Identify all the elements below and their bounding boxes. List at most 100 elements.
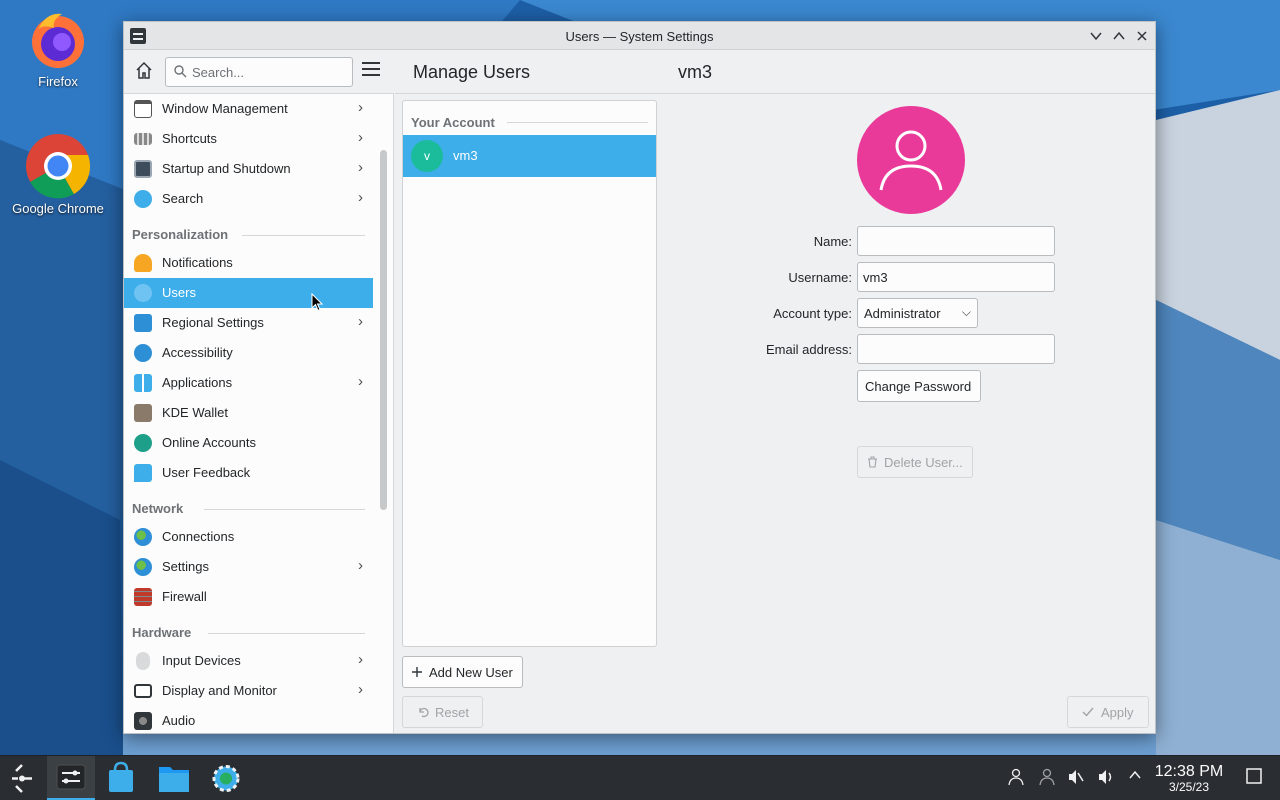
hamburger-menu-button[interactable] xyxy=(362,62,382,82)
close-button[interactable] xyxy=(1133,27,1151,45)
sidebar-item-label: Search xyxy=(162,191,204,206)
sidebar-item-kde-wallet[interactable]: KDE Wallet xyxy=(124,398,373,428)
change-password-button[interactable]: Change Password xyxy=(857,370,981,402)
sidebar-item-users[interactable]: Users xyxy=(124,278,373,308)
sidebar-item-label: Applications xyxy=(162,375,233,390)
window-management-icon xyxy=(134,100,152,118)
taskbar: 12:38 PM 3/25/23 xyxy=(0,755,1280,800)
chevron-right-icon: › xyxy=(358,159,363,176)
sidebar-item-accessibility[interactable]: Accessibility xyxy=(124,338,373,368)
wallet-icon xyxy=(134,404,152,422)
username-value: vm3 xyxy=(863,270,888,285)
home-icon xyxy=(136,61,152,79)
users-icon xyxy=(134,284,152,302)
sidebar: Window Management › Shortcuts › Startup … xyxy=(124,94,394,733)
page-title: Manage Users xyxy=(413,62,531,82)
title-bar[interactable]: Users — System Settings xyxy=(124,22,1155,50)
account-type-select[interactable]: Administrator ⌵ xyxy=(857,298,978,328)
applications-icon xyxy=(134,374,152,392)
search-input[interactable]: Search... xyxy=(165,57,353,87)
sidebar-item-connections[interactable]: Connections xyxy=(124,522,373,552)
email-field[interactable] xyxy=(857,334,1055,364)
sidebar-item-regional-settings[interactable]: Regional Settings › xyxy=(124,308,373,338)
chevron-up-icon xyxy=(1113,31,1125,40)
undo-icon xyxy=(419,707,429,718)
firewall-icon xyxy=(134,588,152,606)
volume-icon[interactable] xyxy=(1096,768,1116,788)
search-placeholder: Search... xyxy=(192,65,245,80)
chevron-down-icon: ⌵ xyxy=(961,305,971,319)
sidebar-scrollbar[interactable] xyxy=(380,150,387,510)
taskbar-file-manager[interactable] xyxy=(151,756,197,800)
maximize-button[interactable] xyxy=(1110,27,1128,45)
accessibility-icon xyxy=(134,344,152,362)
desktop-icon-firefox[interactable]: Firefox xyxy=(3,10,113,89)
sidebar-item-window-management[interactable]: Window Management › xyxy=(124,94,373,124)
sidebar-item-online-accounts[interactable]: Online Accounts xyxy=(124,428,373,458)
sidebar-item-label: Users xyxy=(162,285,196,300)
home-button[interactable] xyxy=(134,61,156,83)
users-tray-icon[interactable] xyxy=(1037,768,1057,788)
content-header: Manage Users vm3 xyxy=(395,50,1155,94)
user-list-item[interactable]: v vm3 xyxy=(403,135,656,177)
clock-time: 12:38 PM xyxy=(1154,763,1224,780)
sidebar-item-search[interactable]: Search › xyxy=(124,184,373,214)
button-label: Change Password xyxy=(865,379,972,394)
search-icon xyxy=(174,65,187,78)
desktop-icon-chrome[interactable]: Google Chrome xyxy=(3,133,113,216)
chevron-right-icon: › xyxy=(358,651,363,668)
sidebar-item-startup-shutdown[interactable]: Startup and Shutdown › xyxy=(124,154,373,184)
button-label: Apply xyxy=(1101,705,1134,720)
sidebar-item-label: KDE Wallet xyxy=(162,405,228,420)
sidebar-item-label: Settings xyxy=(162,559,209,574)
username-field[interactable]: vm3 xyxy=(857,262,1055,292)
delete-user-button[interactable]: Delete User... xyxy=(857,446,973,478)
sidebar-item-network-settings[interactable]: Settings › xyxy=(124,552,373,582)
reset-button[interactable]: Reset xyxy=(402,696,483,728)
launcher-icon xyxy=(12,764,32,793)
plus-icon xyxy=(412,667,422,677)
account-type-label: Account type: xyxy=(773,306,852,321)
application-launcher-button[interactable] xyxy=(0,756,46,800)
sidebar-item-firewall[interactable]: Firewall xyxy=(124,582,373,612)
button-label: Delete User... xyxy=(884,455,963,470)
user-avatar-large[interactable] xyxy=(857,106,965,214)
flag-icon xyxy=(134,314,152,332)
sidebar-item-label: Connections xyxy=(162,529,235,544)
add-new-user-button[interactable]: Add New User xyxy=(402,656,523,688)
speaker-icon xyxy=(134,712,152,730)
mouse-cursor-icon xyxy=(311,293,323,312)
taskbar-discover[interactable] xyxy=(98,756,144,800)
sidebar-item-label: Startup and Shutdown xyxy=(162,161,291,176)
firefox-icon xyxy=(32,13,84,68)
chevron-up-icon[interactable] xyxy=(1125,768,1145,788)
taskbar-system-settings[interactable] xyxy=(47,756,95,800)
sidebar-item-label: Notifications xyxy=(162,255,233,270)
user-switch-icon[interactable] xyxy=(1006,768,1026,788)
checkmark-icon xyxy=(1082,707,1094,717)
sidebar-item-notifications[interactable]: Notifications xyxy=(124,248,373,278)
minimize-button[interactable] xyxy=(1087,27,1105,45)
sidebar-item-audio[interactable]: Audio xyxy=(124,706,373,733)
system-settings-window: Users — System Settings Search... Manage… xyxy=(123,21,1156,734)
page-subtitle: vm3 xyxy=(678,62,713,82)
chrome-icon xyxy=(26,134,91,199)
sidebar-item-label: Shortcuts xyxy=(162,131,217,146)
sidebar-item-shortcuts[interactable]: Shortcuts › xyxy=(124,124,373,154)
chevron-right-icon: › xyxy=(358,189,363,206)
show-desktop-icon[interactable] xyxy=(1244,768,1264,788)
button-label: Add New User xyxy=(429,665,513,680)
digital-clock[interactable]: 12:38 PM 3/25/23 xyxy=(1150,763,1228,794)
taskbar-settings[interactable] xyxy=(203,756,249,800)
muted-volume-icon[interactable] xyxy=(1066,768,1086,788)
system-settings-icon xyxy=(56,764,86,790)
globe-icon xyxy=(134,528,152,546)
online-accounts-icon xyxy=(134,434,152,452)
sidebar-item-input-devices[interactable]: Input Devices › xyxy=(124,646,373,676)
folder-icon xyxy=(159,767,189,792)
sidebar-item-display-monitor[interactable]: Display and Monitor › xyxy=(124,676,373,706)
sidebar-item-user-feedback[interactable]: User Feedback xyxy=(124,458,373,488)
name-field[interactable] xyxy=(857,226,1055,256)
sidebar-item-applications[interactable]: Applications › xyxy=(124,368,373,398)
apply-button[interactable]: Apply xyxy=(1067,696,1149,728)
